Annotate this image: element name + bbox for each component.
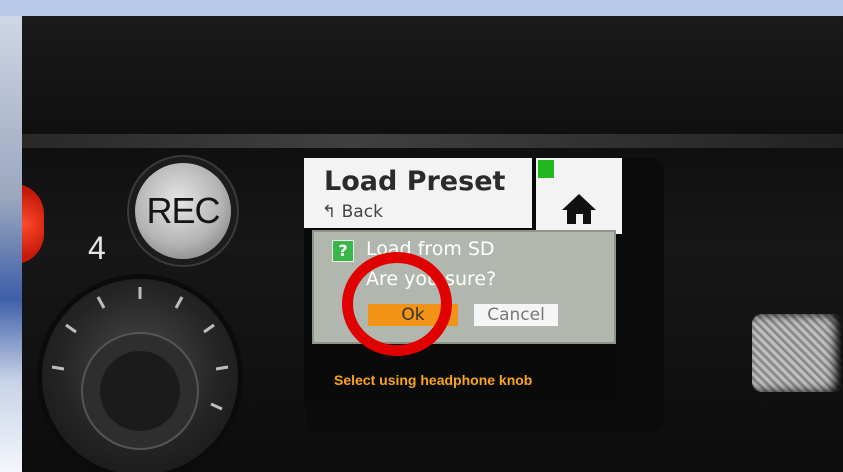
red-indicator-light — [22, 184, 44, 264]
level-indicator-fill — [538, 160, 554, 178]
cancel-button[interactable]: Cancel — [474, 304, 558, 326]
knob-scale-ticks — [51, 287, 229, 450]
knob-number-label: 4 — [88, 230, 106, 266]
rec-button[interactable]: REC — [135, 163, 231, 259]
background-photo-edge — [0, 16, 22, 472]
home-button[interactable] — [536, 180, 622, 234]
level-indicator — [536, 158, 622, 180]
headphone-knob[interactable] — [752, 314, 842, 392]
back-button[interactable]: ↰ Back — [322, 202, 383, 222]
highlight-circle — [342, 252, 452, 356]
rec-button-label: REC — [146, 190, 220, 231]
page-title: Load Preset — [324, 166, 506, 197]
gain-knob[interactable] — [42, 279, 238, 472]
hint-text: Select using headphone knob — [334, 372, 533, 388]
device-top-edge — [22, 134, 843, 148]
question-icon: ? — [332, 240, 354, 262]
home-icon — [562, 194, 596, 224]
title-panel: Load Preset ↰ Back — [304, 158, 532, 228]
